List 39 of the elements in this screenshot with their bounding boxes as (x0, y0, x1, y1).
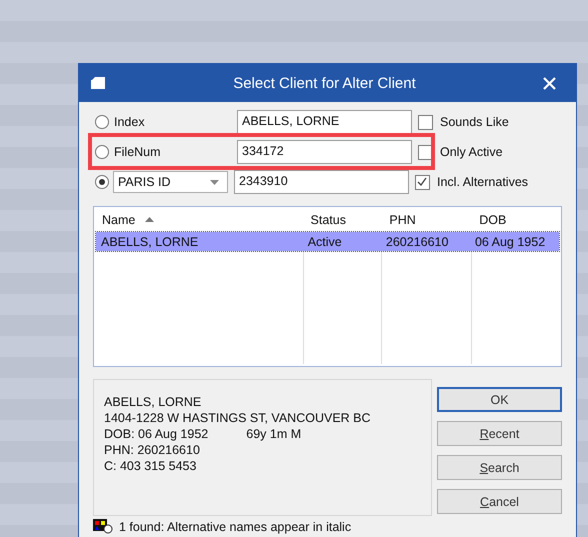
radio-button[interactable] (95, 145, 109, 159)
input-field[interactable]: ABELLS, LORNE (237, 110, 412, 134)
close-icon[interactable] (543, 76, 556, 90)
checkbox-label[interactable]: Incl. Alternatives (437, 175, 528, 189)
checkbox-label[interactable]: Only Active (440, 145, 503, 159)
status-icon (93, 519, 113, 534)
radio-label[interactable]: Index (114, 115, 237, 129)
client-phone: C: 403 315 5453 (104, 458, 196, 474)
table-row[interactable]: ABELLS, LORNE Active 260216610 06 Aug 1952 (96, 232, 559, 251)
checkbox-label[interactable]: Sounds Like (440, 115, 509, 129)
id-type-dropdown[interactable]: PARIS ID (113, 171, 228, 193)
dialog-button[interactable]: Search (437, 455, 562, 480)
radio-label[interactable]: FileNum (114, 145, 237, 159)
column-header[interactable]: DOB (471, 212, 561, 226)
dialog-button[interactable]: OK (437, 387, 562, 412)
table-cell-text: ABELLS, LORNE (100, 234, 200, 248)
input-field[interactable]: 334172 (237, 140, 412, 164)
table-cell-text: 06 Aug 1952 (474, 234, 546, 248)
table-cell-text: 260216610 (384, 234, 450, 248)
dialog-button[interactable]: Recent (437, 421, 562, 446)
column-header[interactable]: Name (94, 212, 303, 226)
client-dob: DOB: 06 Aug 1952 (104, 426, 208, 442)
caret-icon (210, 180, 219, 184)
client-name: ABELLS, LORNE (104, 394, 202, 410)
checkbox[interactable] (415, 174, 430, 190)
radio-button[interactable] (95, 115, 109, 129)
status-text: 1 found: Alternative names appear in italic (119, 520, 352, 534)
radio-button[interactable] (95, 175, 109, 189)
table-cell-text: Active (306, 234, 343, 248)
window-title: Select Client for Alter Client (232, 74, 417, 92)
client-address: 1404-1228 W HASTINGS ST, VANCOUVER BC (104, 410, 371, 426)
client-phn: PHN: 260216610 (104, 442, 200, 458)
dialog-button[interactable]: Cancel (437, 489, 562, 514)
column-header[interactable]: Status (302, 212, 382, 226)
card-icon (90, 76, 106, 90)
client-age: 69y 1m M (246, 426, 302, 442)
checkbox[interactable] (418, 114, 433, 130)
input-field[interactable]: 2343910 (234, 170, 409, 194)
column-header[interactable]: PHN (381, 212, 472, 226)
